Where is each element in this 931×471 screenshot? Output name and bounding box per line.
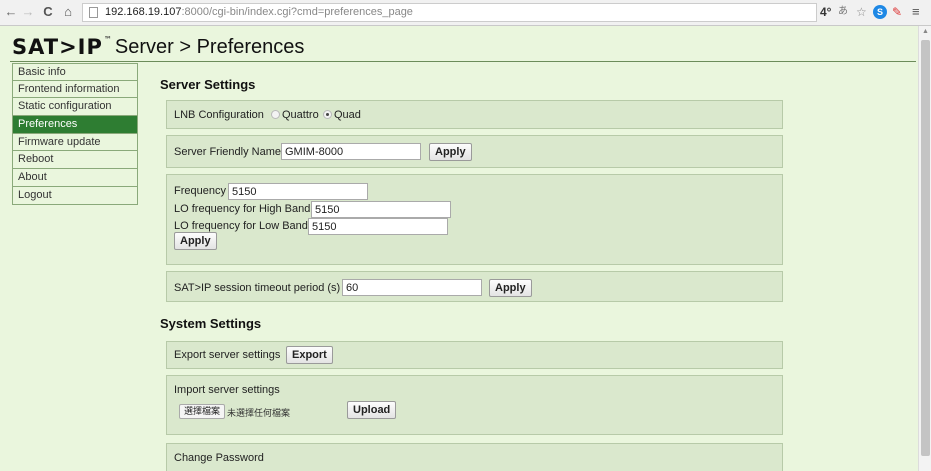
- timeout-panel: SAT>IP session timeout period (s) 60 App…: [166, 271, 783, 302]
- change-password-label: Change Password: [174, 452, 264, 464]
- frequency-label: Frequency: [174, 185, 226, 197]
- page-header: SAT>IP™ Server > Preferences: [12, 33, 304, 61]
- friendly-name-label: Server Friendly Name: [174, 146, 281, 158]
- sidebar-item-preferences[interactable]: Preferences: [12, 116, 138, 134]
- lo-high-input[interactable]: 5150: [311, 201, 451, 218]
- lo-low-label: LO frequency for Low Band: [174, 220, 308, 232]
- back-icon[interactable]: ←: [3, 4, 19, 20]
- weather-extension-icon[interactable]: 4°: [820, 4, 831, 20]
- satip-logo: SAT>IP™: [12, 35, 113, 59]
- sidebar-item-reboot[interactable]: Reboot: [12, 151, 138, 170]
- menu-icon[interactable]: ≡: [912, 4, 920, 20]
- sidebar-item-logout[interactable]: Logout: [12, 186, 138, 205]
- page-icon: [89, 7, 98, 18]
- server-settings-heading: Server Settings: [160, 77, 256, 92]
- sidebar-item-basic-info[interactable]: Basic info: [12, 63, 138, 81]
- import-label: Import server settings: [174, 384, 280, 396]
- system-settings-heading: System Settings: [160, 316, 262, 331]
- sidebar-item-firmware-update[interactable]: Firmware update: [12, 133, 138, 152]
- scroll-up-icon[interactable]: ▲: [922, 28, 929, 35]
- frequency-input[interactable]: 5150: [228, 183, 368, 200]
- friendly-name-input[interactable]: GMIM-8000: [281, 143, 421, 160]
- reload-icon[interactable]: C: [40, 4, 56, 20]
- sidebar-item-about[interactable]: About: [12, 169, 138, 187]
- timeout-label: SAT>IP session timeout period (s): [174, 282, 341, 294]
- page-title: Server > Preferences: [114, 35, 305, 58]
- url-text: 192.168.19.107:8000/cgi-bin/index.cgi?cm…: [105, 6, 413, 18]
- browser-toolbar: ← → C ⌂ 192.168.19.107:8000/cgi-bin/inde…: [0, 0, 931, 26]
- export-panel: Export server settings Export: [166, 341, 783, 369]
- choose-file-button[interactable]: 選擇檔案: [179, 404, 226, 419]
- file-status-text: 未選擇任何檔案: [227, 408, 291, 418]
- quattro-radio[interactable]: [271, 110, 280, 119]
- export-button[interactable]: Export: [286, 346, 333, 364]
- quad-label[interactable]: Quad: [334, 109, 361, 121]
- change-password-panel: Change Password: [166, 443, 783, 471]
- import-panel: Import server settings 選擇檔案 未選擇任何檔案 Uplo…: [166, 375, 783, 435]
- skype-extension-icon[interactable]: S: [873, 5, 887, 19]
- header-divider: [10, 61, 916, 62]
- scrollbar-thumb[interactable]: [921, 40, 930, 456]
- lnb-config-panel: LNB Configuration Quattro Quad: [166, 100, 783, 129]
- lnb-config-label: LNB Configuration: [174, 109, 264, 121]
- friendly-name-apply-button[interactable]: Apply: [429, 143, 472, 161]
- frequency-panel: Frequency 5150 LO frequency for High Ban…: [166, 174, 783, 265]
- timeout-apply-button[interactable]: Apply: [489, 279, 532, 297]
- page: SAT>IP™ Server > Preferences Basic info …: [0, 26, 918, 471]
- lo-high-label: LO frequency for High Band: [174, 203, 311, 215]
- quattro-label[interactable]: Quattro: [282, 109, 319, 121]
- translate-icon[interactable]: あ: [838, 4, 848, 20]
- address-bar[interactable]: 192.168.19.107:8000/cgi-bin/index.cgi?cm…: [82, 3, 817, 22]
- bookmark-star-icon[interactable]: ☆: [856, 4, 867, 20]
- extension-icon[interactable]: ✎: [892, 4, 902, 20]
- forward-icon[interactable]: →: [20, 4, 36, 20]
- sidebar-nav: Basic info Frontend information Static c…: [12, 63, 138, 205]
- export-label: Export server settings: [174, 349, 281, 361]
- sidebar-item-frontend-information[interactable]: Frontend information: [12, 80, 138, 99]
- quad-radio[interactable]: [323, 110, 332, 119]
- home-icon[interactable]: ⌂: [60, 4, 76, 20]
- sidebar-item-static-configuration[interactable]: Static configuration: [12, 98, 138, 117]
- frequency-apply-button[interactable]: Apply: [174, 232, 217, 250]
- timeout-input[interactable]: 60: [342, 279, 482, 296]
- vertical-scrollbar[interactable]: ▲: [918, 26, 931, 471]
- lo-low-input[interactable]: 5150: [308, 218, 448, 235]
- friendly-name-panel: Server Friendly Name GMIM-8000 Apply: [166, 135, 783, 168]
- upload-button[interactable]: Upload: [347, 401, 397, 419]
